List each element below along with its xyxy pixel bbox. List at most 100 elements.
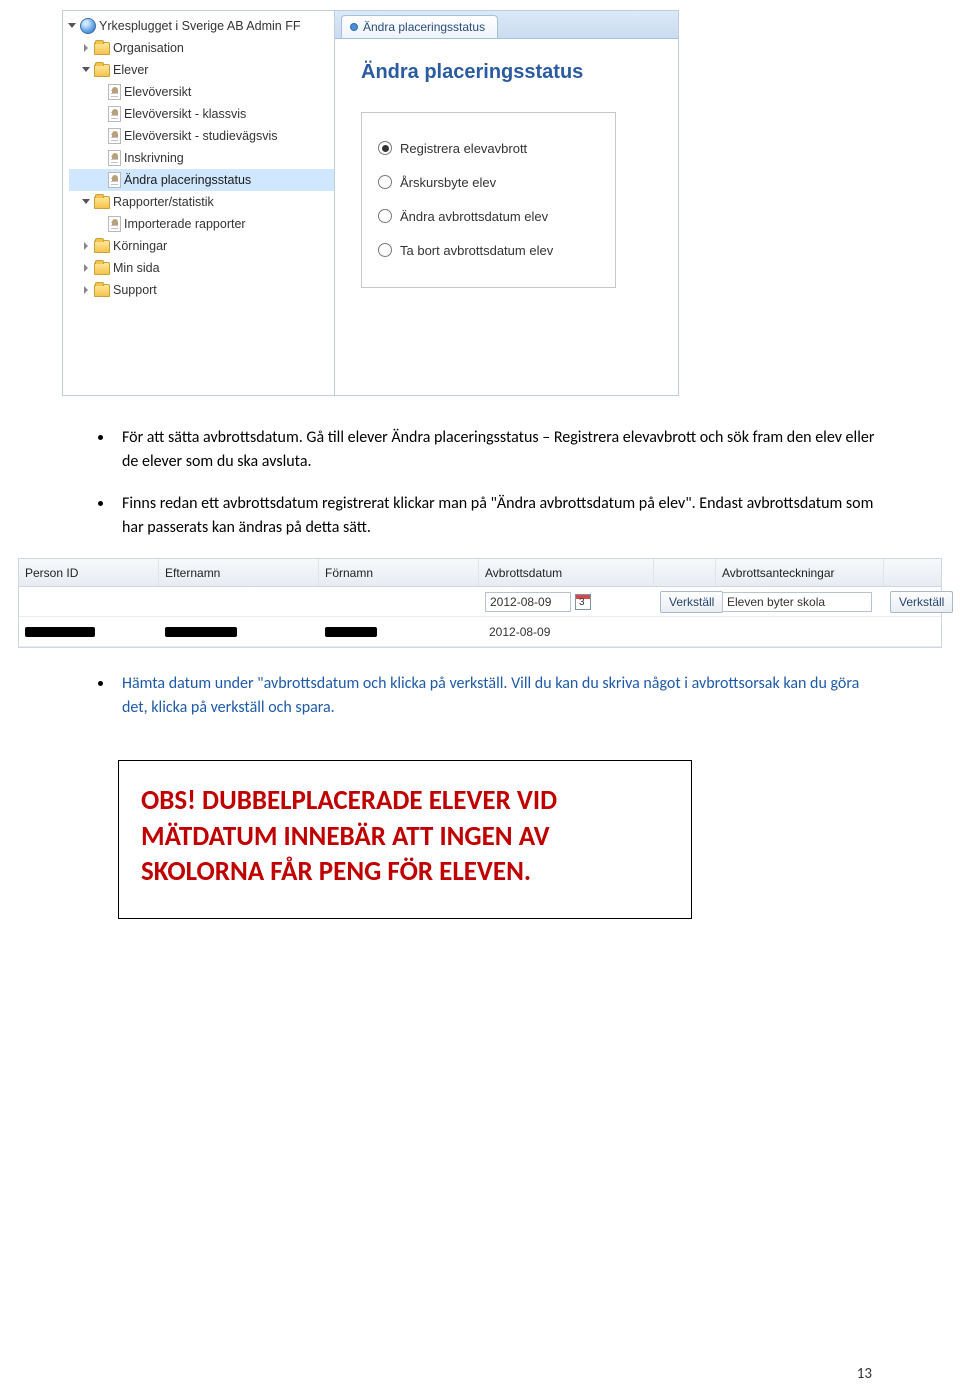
radio-label: Registrera elevavbrott xyxy=(400,141,527,156)
tree-label: Elever xyxy=(113,63,330,77)
folder-icon xyxy=(94,64,110,77)
tree-item-elever[interactable]: Elever xyxy=(69,59,334,81)
radio-label: Ändra avbrottsdatum elev xyxy=(400,209,548,224)
tab-bar: Ändra placeringsstatus xyxy=(335,11,678,39)
tree-item-rapporter[interactable]: Rapporter/statistik xyxy=(69,191,334,213)
radio-icon xyxy=(378,243,392,257)
cell-verkstall-1: Verkställ xyxy=(654,587,716,616)
document-icon xyxy=(108,172,121,188)
col-personid[interactable]: Person ID xyxy=(19,559,159,586)
tree-root-label: Yrkesplugget i Sverige AB Admin FF xyxy=(99,19,330,33)
radio-label: Ta bort avbrottsdatum elev xyxy=(400,243,553,258)
cell-personid xyxy=(19,587,159,616)
spacer-icon xyxy=(97,220,105,228)
tree-item-andra-placeringsstatus[interactable]: Ändra placeringsstatus xyxy=(69,169,334,191)
document-icon xyxy=(108,128,121,144)
radio-arskursbyte-elev[interactable]: Årskursbyte elev xyxy=(378,165,597,199)
bullet-text: För att sätta avbrottsdatum. Gå till ele… xyxy=(122,428,874,471)
document-icon xyxy=(108,106,121,122)
caret-down-icon xyxy=(83,198,91,206)
tree-item-korningar[interactable]: Körningar xyxy=(69,235,334,257)
tree-navigator: Yrkesplugget i Sverige AB Admin FF Organ… xyxy=(63,11,335,395)
caret-down-icon xyxy=(83,66,91,74)
calendar-icon[interactable] xyxy=(575,594,591,610)
tree-label: Rapporter/statistik xyxy=(113,195,330,209)
tab-dot-icon xyxy=(350,23,358,31)
cell-avbrottsdatum: 2012-08-09 xyxy=(479,587,654,616)
radio-label: Årskursbyte elev xyxy=(400,175,496,190)
col-fornamn[interactable]: Förnamn xyxy=(319,559,479,586)
cell-empty xyxy=(654,617,716,646)
tree-root[interactable]: Yrkesplugget i Sverige AB Admin FF xyxy=(69,15,334,37)
verkstall-button[interactable]: Verkställ xyxy=(660,591,723,613)
table-header: Person ID Efternamn Förnamn Avbrottsdatu… xyxy=(19,559,941,587)
spacer-icon xyxy=(97,176,105,184)
document-icon xyxy=(108,216,121,232)
tree-label: Elevöversikt - studievägsvis xyxy=(124,129,330,143)
tree-item-inskrivning[interactable]: Inskrivning xyxy=(69,147,334,169)
folder-icon xyxy=(94,284,110,297)
cell-avbrottsdatum: 2012-08-09 xyxy=(479,617,654,646)
tree-label: Support xyxy=(113,283,330,297)
bullet-1: För att sätta avbrottsdatum. Gå till ele… xyxy=(96,426,880,474)
spacer-icon xyxy=(97,132,105,140)
caret-right-icon xyxy=(83,44,91,52)
app-screenshot-tree-panel: Yrkesplugget i Sverige AB Admin FF Organ… xyxy=(62,10,679,396)
notes-input[interactable]: Eleven byter skola xyxy=(722,592,872,612)
bullet-3: Hämta datum under "avbrottsdatum och kli… xyxy=(96,672,880,720)
tree-item-min-sida[interactable]: Min sida xyxy=(69,257,334,279)
document-body-2: Hämta datum under "avbrottsdatum och kli… xyxy=(96,672,880,720)
tree-label: Min sida xyxy=(113,261,330,275)
cell-efternamn xyxy=(159,617,319,646)
tree-item-elevoversikt[interactable]: Elevöversikt xyxy=(69,81,334,103)
tree-label: Elevöversikt - klassvis xyxy=(124,107,330,121)
tree-item-organisation[interactable]: Organisation xyxy=(69,37,334,59)
bullet-2: Finns redan ett avbrottsdatum registrera… xyxy=(96,492,880,540)
tree-label: Importerade rapporter xyxy=(124,217,330,231)
bullet-text: Hämta datum under "avbrottsdatum och kli… xyxy=(122,674,859,717)
table-row: 2012-08-09 Verkställ Eleven byter skola … xyxy=(19,587,941,617)
folder-icon xyxy=(94,262,110,275)
caret-right-icon xyxy=(83,242,91,250)
tree-item-elevoversikt-studieva[interactable]: Elevöversikt - studievägsvis xyxy=(69,125,334,147)
col-anteckningar[interactable]: Avbrottsanteckningar xyxy=(716,559,884,586)
folder-icon xyxy=(94,42,110,55)
col-avbrottsdatum[interactable]: Avbrottsdatum xyxy=(479,559,654,586)
cell-fornamn xyxy=(319,617,479,646)
folder-icon xyxy=(94,196,110,209)
document-body: För att sätta avbrottsdatum. Gå till ele… xyxy=(96,426,880,540)
date-input[interactable]: 2012-08-09 xyxy=(485,592,571,612)
panel-body: Ändra placeringsstatus Registrera elevav… xyxy=(335,39,678,310)
bullet-text: Finns redan ett avbrottsdatum registrera… xyxy=(122,494,873,537)
warning-callout: OBS! DUBBELPLACERADE ELEVER VID MÄTDATUM… xyxy=(118,760,692,919)
verkstall-button[interactable]: Verkställ xyxy=(890,591,953,613)
document-icon xyxy=(108,84,121,100)
tree-item-elevoversikt-klassvis[interactable]: Elevöversikt - klassvis xyxy=(69,103,334,125)
caret-down-icon xyxy=(69,22,77,30)
tree-item-importerade-rapporter[interactable]: Importerade rapporter xyxy=(69,213,334,235)
tree-label: Organisation xyxy=(113,41,330,55)
radio-registrera-elevavbrott[interactable]: Registrera elevavbrott xyxy=(378,131,597,165)
radio-andra-avbrottsdatum-elev[interactable]: Ändra avbrottsdatum elev xyxy=(378,199,597,233)
tab-label: Ändra placeringsstatus xyxy=(363,20,485,34)
redaction-icon xyxy=(165,627,237,637)
tab-andra-placeringsstatus[interactable]: Ändra placeringsstatus xyxy=(341,15,498,38)
panel-title: Ändra placeringsstatus xyxy=(361,61,652,84)
cell-verkstall-2: Verkställ xyxy=(884,587,943,616)
date-readonly: 2012-08-09 xyxy=(485,622,571,642)
table-row: 2012-08-09 xyxy=(19,617,941,647)
tree-item-support[interactable]: Support xyxy=(69,279,334,301)
spacer-icon xyxy=(97,154,105,162)
tree-label: Körningar xyxy=(113,239,330,253)
folder-icon xyxy=(94,240,110,253)
content-pane: Ändra placeringsstatus Ändra placeringss… xyxy=(335,11,678,395)
col-efternamn[interactable]: Efternamn xyxy=(159,559,319,586)
radio-ta-bort-avbrottsdatum-elev[interactable]: Ta bort avbrottsdatum elev xyxy=(378,233,597,267)
cell-efternamn xyxy=(159,587,319,616)
page-number: 13 xyxy=(857,1365,872,1383)
col-verkstall-2 xyxy=(884,559,943,586)
radio-icon xyxy=(378,141,392,155)
app-screenshot-table: Person ID Efternamn Förnamn Avbrottsdatu… xyxy=(18,558,942,648)
tree-label: Inskrivning xyxy=(124,151,330,165)
tree-label: Elevöversikt xyxy=(124,85,330,99)
